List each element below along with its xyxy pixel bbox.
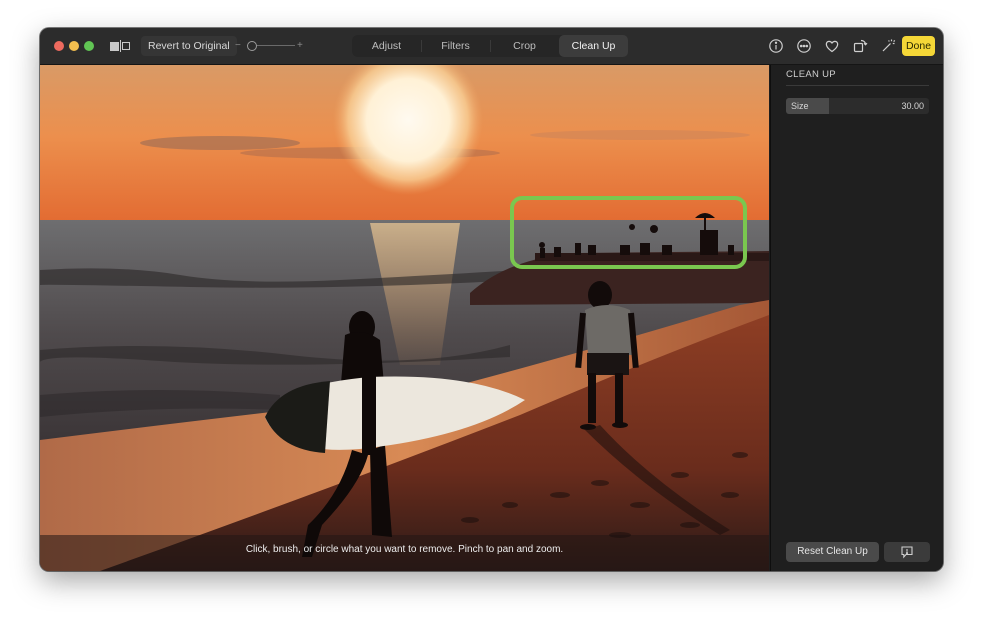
zoom-out-icon: −: [235, 40, 241, 51]
reset-clean-up-button[interactable]: Reset Clean Up: [786, 542, 879, 562]
minimize-window-button[interactable]: [69, 41, 79, 51]
heart-icon[interactable]: [824, 38, 840, 54]
edit-mode-tabs: Adjust Filters Crop Clean Up: [352, 35, 628, 57]
section-divider: [786, 85, 929, 86]
size-value: 30.00: [901, 101, 924, 111]
maximize-window-button[interactable]: [84, 41, 94, 51]
zoom-slider[interactable]: − +: [235, 38, 305, 54]
feedback-button[interactable]: [884, 542, 930, 562]
magic-wand-icon[interactable]: [880, 38, 896, 54]
beach-sunset-photo[interactable]: [40, 65, 769, 571]
before-after-compare-icon[interactable]: [110, 40, 130, 52]
done-button[interactable]: Done: [902, 36, 935, 56]
info-icon[interactable]: [768, 38, 784, 54]
zoom-slider-knob[interactable]: [247, 41, 257, 51]
close-window-button[interactable]: [54, 41, 64, 51]
photo-canvas[interactable]: Click, brush, or circle what you want to…: [40, 65, 769, 571]
brush-size-slider[interactable]: Size 30.00: [786, 98, 929, 114]
tab-clean-up[interactable]: Clean Up: [559, 35, 628, 57]
zoom-in-icon: +: [297, 40, 303, 51]
tab-filters[interactable]: Filters: [421, 35, 490, 57]
photos-edit-window: Revert to Original − + Adjust Filters Cr…: [40, 28, 943, 571]
rotate-icon[interactable]: [852, 38, 868, 54]
feedback-icon: [901, 546, 913, 559]
clean-up-hint-text: Click, brush, or circle what you want to…: [245, 544, 564, 555]
tab-crop[interactable]: Crop: [490, 35, 559, 57]
size-label: Size: [791, 101, 809, 111]
clean-up-sidebar: CLEAN UP Size 30.00 Reset Clean Up: [770, 65, 943, 571]
tab-adjust[interactable]: Adjust: [352, 35, 421, 57]
section-title: CLEAN UP: [786, 69, 836, 80]
more-icon[interactable]: [796, 38, 812, 54]
revert-to-original-button[interactable]: Revert to Original: [141, 36, 237, 56]
toolbar: Revert to Original − + Adjust Filters Cr…: [40, 28, 943, 65]
